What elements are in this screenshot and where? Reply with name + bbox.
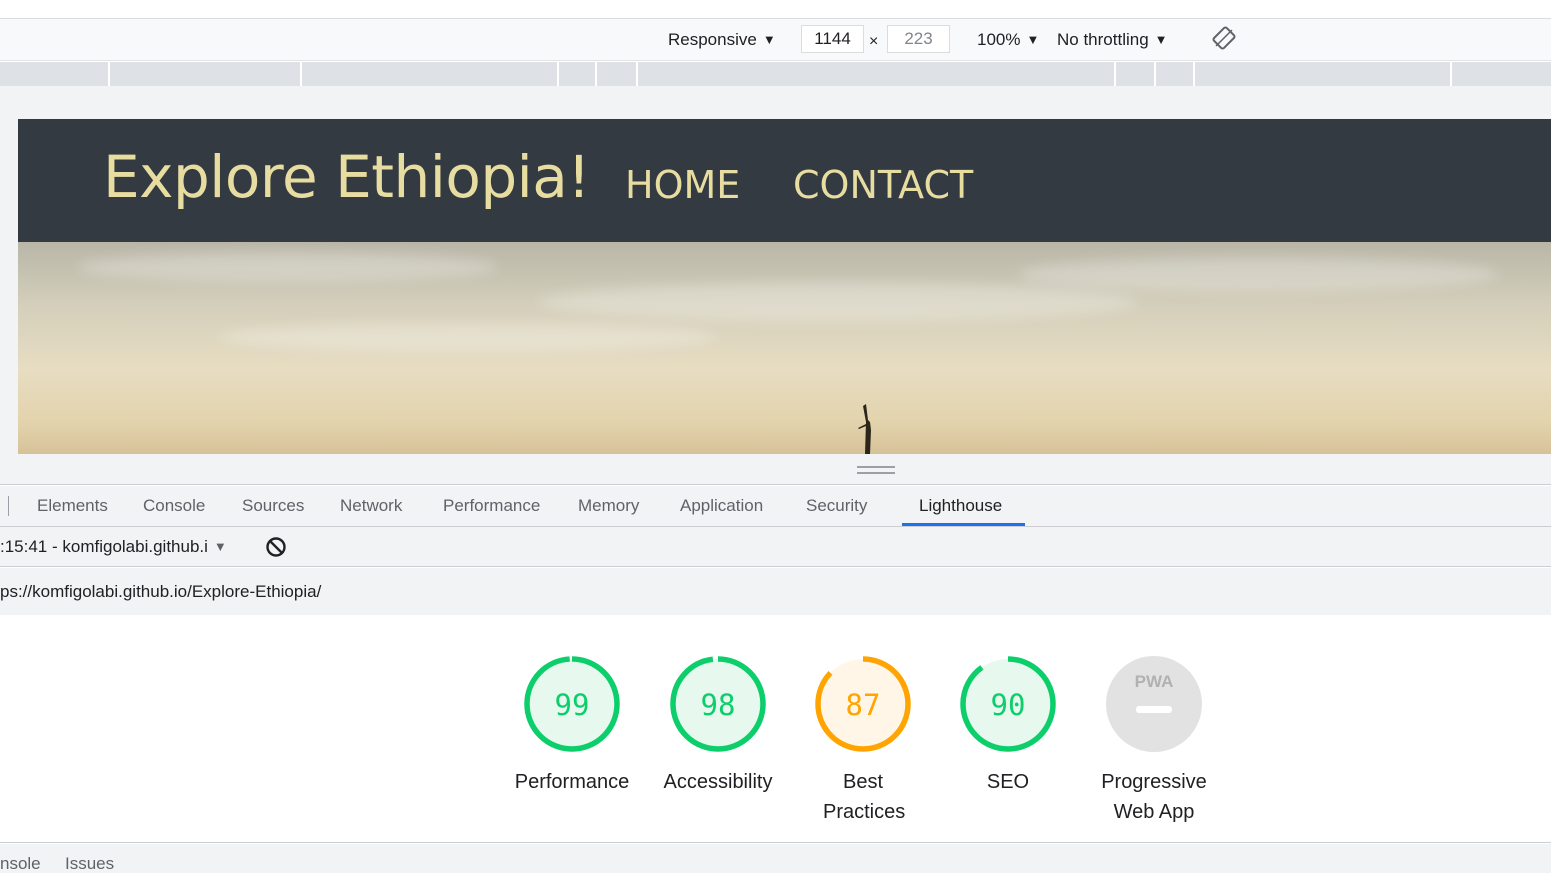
media-query-segment[interactable] bbox=[1116, 62, 1156, 86]
media-query-segment[interactable] bbox=[0, 62, 110, 86]
tree-silhouette-icon bbox=[858, 404, 871, 454]
gauge-seo[interactable]: 90 SEO bbox=[938, 655, 1078, 797]
gauge-best-practices[interactable]: 87 Best Practices bbox=[793, 655, 933, 827]
score-gauge-icon: 98 bbox=[670, 656, 766, 752]
width-input[interactable]: 1144 bbox=[801, 25, 864, 53]
clear-icon[interactable] bbox=[264, 535, 288, 564]
tab-memory[interactable]: Memory bbox=[578, 486, 639, 526]
nav-link-contact[interactable]: CONTACT bbox=[793, 163, 973, 207]
report-selector[interactable]: :15:41 - komfigolabi.github.i ▼ bbox=[0, 535, 227, 559]
drawer-tab-issues[interactable]: Issues bbox=[65, 854, 114, 874]
report-selector-label: :15:41 - komfigolabi.github.i bbox=[0, 537, 208, 556]
gauge-label: Accessibility bbox=[663, 771, 773, 793]
drawer-tab-console[interactable]: nsole bbox=[0, 854, 41, 874]
svg-text:99: 99 bbox=[555, 688, 590, 722]
score-gauge-icon: 99 bbox=[524, 656, 620, 752]
device-toolbar: Responsive ▼ 1144 × 223 100% ▼ No throttli… bbox=[0, 19, 1551, 61]
media-query-segment[interactable] bbox=[1156, 62, 1195, 86]
dimension-separator-icon: × bbox=[869, 33, 879, 50]
hero-image bbox=[18, 242, 1551, 454]
throttling-label: No throttling bbox=[1057, 30, 1149, 49]
report-url[interactable]: ps://komfigolabi.github.io/Explore-Ethio… bbox=[0, 581, 321, 603]
report-url-bar: ps://komfigolabi.github.io/Explore-Ethio… bbox=[0, 568, 1551, 615]
tab-performance[interactable]: Performance bbox=[443, 486, 540, 526]
media-query-segment[interactable] bbox=[559, 62, 597, 86]
media-query-bar bbox=[0, 62, 1551, 86]
devtools-tab-bar: Elements Console Sources Network Perform… bbox=[0, 486, 1551, 527]
gauge-performance[interactable]: 99 Performance bbox=[502, 655, 642, 797]
gauge-pwa[interactable]: PWA Progressive Web App bbox=[1084, 655, 1224, 827]
active-tab-indicator bbox=[902, 523, 1025, 526]
caret-down-icon: ▼ bbox=[1026, 32, 1040, 47]
media-query-segment[interactable] bbox=[1195, 62, 1452, 86]
browser-bookmarks-strip bbox=[0, 0, 1551, 19]
score-gauge-icon: 87 bbox=[815, 656, 911, 752]
gauge-label: Best Practices bbox=[823, 771, 906, 823]
pwa-logo-text: PWA bbox=[1135, 672, 1174, 691]
divider bbox=[8, 496, 9, 516]
lighthouse-toolbar: :15:41 - komfigolabi.github.i ▼ bbox=[0, 527, 1551, 567]
caret-down-icon: ▼ bbox=[762, 32, 776, 47]
media-query-segment[interactable] bbox=[638, 62, 1116, 86]
tab-elements[interactable]: Elements bbox=[37, 486, 108, 526]
score-gauge-icon: 90 bbox=[960, 656, 1056, 752]
svg-text:98: 98 bbox=[701, 688, 736, 722]
height-input[interactable]: 223 bbox=[887, 25, 950, 53]
tab-security[interactable]: Security bbox=[806, 486, 867, 526]
tab-console[interactable]: Console bbox=[143, 486, 205, 526]
media-query-segment[interactable] bbox=[597, 62, 638, 86]
svg-text:90: 90 bbox=[991, 688, 1026, 722]
gauge-label: Progressive Web App bbox=[1101, 771, 1207, 823]
nav-link-home[interactable]: HOME bbox=[625, 163, 740, 207]
pwa-badge-icon: PWA bbox=[1106, 656, 1202, 752]
gauge-label: Performance bbox=[514, 771, 630, 793]
caret-down-icon: ▼ bbox=[1154, 32, 1168, 47]
emulated-page: Explore Ethiopia! HOME CONTACT bbox=[18, 119, 1551, 454]
tab-sources[interactable]: Sources bbox=[242, 486, 304, 526]
caret-down-icon: ▼ bbox=[213, 539, 227, 554]
svg-text:87: 87 bbox=[846, 688, 881, 722]
tab-application[interactable]: Application bbox=[680, 486, 763, 526]
rotate-icon[interactable] bbox=[1212, 26, 1236, 50]
media-query-segment[interactable] bbox=[110, 62, 302, 86]
drawer-resizer[interactable] bbox=[0, 455, 1551, 485]
throttling-dropdown[interactable]: No throttling ▼ bbox=[1057, 28, 1168, 52]
site-brand[interactable]: Explore Ethiopia! bbox=[103, 143, 591, 211]
tab-network[interactable]: Network bbox=[340, 486, 402, 526]
gauge-accessibility[interactable]: 98 Accessibility bbox=[648, 655, 788, 797]
device-mode-dropdown[interactable]: Responsive ▼ bbox=[668, 28, 776, 52]
drawer-tab-bar: nsole Issues bbox=[0, 844, 1551, 873]
zoom-dropdown[interactable]: 100% ▼ bbox=[977, 28, 1039, 52]
lighthouse-scores: 99 Performance 98 Accessibility 87 Best … bbox=[0, 615, 1551, 843]
resize-handle-icon[interactable] bbox=[857, 466, 895, 474]
site-header: Explore Ethiopia! HOME CONTACT bbox=[18, 119, 1551, 242]
device-mode-label: Responsive bbox=[668, 30, 757, 49]
tab-lighthouse[interactable]: Lighthouse bbox=[919, 486, 1002, 526]
media-query-segment[interactable] bbox=[302, 62, 559, 86]
gauge-label: SEO bbox=[986, 771, 1030, 793]
zoom-label: 100% bbox=[977, 30, 1021, 49]
